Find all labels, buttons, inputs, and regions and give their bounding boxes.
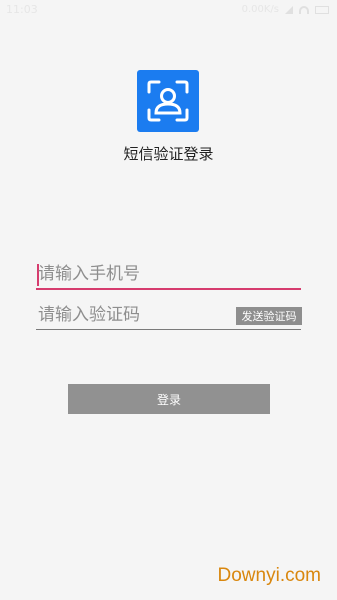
phone-field [36,262,301,290]
login-button[interactable]: 登录 [68,384,270,414]
verification-code-input[interactable] [36,303,238,327]
page-title: 短信验证登录 [123,145,214,163]
network-speed: 0.00K/s [241,4,279,15]
face-scan-icon [147,80,189,122]
status-time: 11:03 [6,3,38,16]
wifi-icon [299,5,309,14]
send-code-button[interactable]: 发送验证码 [236,307,302,325]
watermark: Downyi.com [217,565,321,586]
battery-icon [315,5,329,14]
status-icons: 0.00K/s [242,4,329,15]
app-logo [137,70,199,132]
status-bar: 11:03 0.00K/s [0,0,337,22]
phone-input[interactable] [36,262,238,286]
signal-icon [285,5,293,14]
